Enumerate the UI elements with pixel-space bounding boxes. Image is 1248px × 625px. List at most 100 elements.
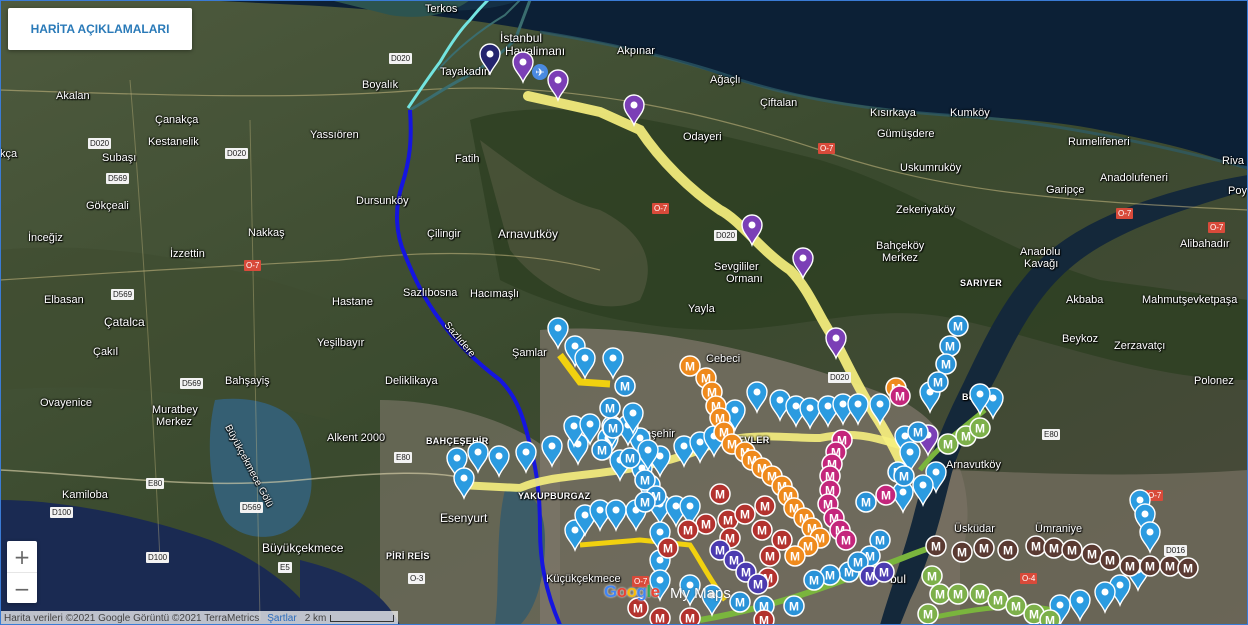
svg-text:M: M [1105,554,1115,568]
metro-station-blue[interactable]: M [947,315,969,337]
metro-station-orange[interactable]: M [784,545,806,567]
metro-station-green[interactable]: M [1039,609,1061,625]
svg-text:M: M [715,488,725,502]
metro-station-red[interactable]: M [709,483,731,505]
svg-text:M: M [809,574,819,588]
station-pin-purple[interactable] [623,94,645,127]
metro-station-green[interactable]: M [917,603,939,625]
metro-station-red[interactable]: M [657,537,679,559]
metro-station-blue[interactable]: M [927,371,949,393]
scale-bar[interactable]: 2 km [305,613,395,624]
station-pin-blue[interactable] [869,393,891,426]
metro-station-brown[interactable]: M [1099,549,1121,571]
station-pin-blue[interactable] [799,397,821,430]
station-pin-blue[interactable] [515,441,537,474]
metro-station-magenta[interactable]: M [835,529,857,551]
svg-text:M: M [625,452,635,466]
metro-station-red[interactable]: M [759,545,781,567]
svg-text:M: M [931,540,941,554]
station-pin-blue[interactable] [746,381,768,414]
metro-station-blue[interactable]: M [729,591,751,613]
station-pin-blue[interactable] [1069,589,1091,622]
metro-station-blue[interactable]: M [907,421,929,443]
metro-station-red[interactable]: M [754,495,776,517]
metro-station-green[interactable]: M [947,583,969,605]
metro-station-blue[interactable]: M [591,439,613,461]
metro-station-magenta[interactable]: M [875,484,897,506]
metro-station-green[interactable]: M [969,417,991,439]
metro-station-green[interactable]: M [937,433,959,455]
metro-station-brown[interactable]: M [1177,557,1199,579]
metro-station-brown[interactable]: M [1081,543,1103,565]
metro-station-red[interactable]: M [751,519,773,541]
metro-station-blue[interactable]: M [602,417,624,439]
satellite-map[interactable]: Terkos İstanbul Havalimanı Akpınar Boyal… [0,0,1248,625]
metro-station-red[interactable]: M [734,503,756,525]
svg-text:M: M [685,360,695,374]
svg-text:M: M [1045,614,1055,625]
metro-station-blue[interactable]: M [935,353,957,375]
station-pin-blue[interactable] [602,347,624,380]
metro-station-blue[interactable]: M [803,569,825,591]
svg-text:M: M [879,566,889,580]
metro-station-brown[interactable]: M [951,541,973,563]
metro-station-red[interactable]: M [753,609,775,625]
station-pin-purple[interactable] [792,247,814,280]
zoom-out-button[interactable]: − [7,572,37,604]
station-pin-blue[interactable] [847,393,869,426]
svg-text:M: M [715,544,725,558]
svg-text:M: M [740,508,750,522]
metro-station-brown[interactable]: M [1061,539,1083,561]
station-pin-blue[interactable] [1139,521,1161,554]
station-pin-blue[interactable] [912,474,934,507]
station-pin-purple[interactable] [741,214,763,247]
metro-station-indigo[interactable]: M [873,561,895,583]
metro-station-green[interactable]: M [921,565,943,587]
station-pin-blue[interactable] [574,347,596,380]
svg-text:M: M [825,569,835,583]
metro-station-blue[interactable]: M [939,335,961,357]
metro-station-indigo[interactable]: M [747,573,769,595]
svg-text:M: M [777,534,787,548]
metro-station-blue[interactable]: M [893,465,915,487]
zoom-in-button[interactable]: + [7,541,37,572]
station-pin-purple[interactable] [547,69,569,102]
station-pin-purple[interactable] [825,327,847,360]
metro-station-brown[interactable]: M [1159,555,1181,577]
metro-station-brown[interactable]: M [997,539,1019,561]
metro-station-green[interactable]: M [987,589,1009,611]
metro-station-blue[interactable]: M [619,447,641,469]
metro-station-blue[interactable]: M [855,491,877,513]
metro-station-green[interactable]: M [929,583,951,605]
metro-station-red[interactable]: M [649,607,671,625]
station-pin-blue[interactable] [969,383,991,416]
metro-station-brown[interactable]: M [1119,555,1141,577]
metro-station-red[interactable]: M [695,513,717,535]
metro-station-blue[interactable]: M [614,375,636,397]
metro-station-brown[interactable]: M [1025,535,1047,557]
station-pin-blue[interactable] [1094,581,1116,614]
metro-station-red[interactable]: M [677,519,699,541]
metro-station-red[interactable]: M [679,607,701,625]
svg-text:M: M [655,612,665,625]
station-pin-blue[interactable] [605,499,627,532]
metro-station-green[interactable]: M [1005,595,1027,617]
metro-station-brown[interactable]: M [1139,555,1161,577]
metro-station-blue[interactable]: M [599,397,621,419]
station-pin-blue[interactable] [541,435,563,468]
metro-station-blue[interactable]: M [634,491,656,513]
metro-station-green[interactable]: M [969,583,991,605]
map-legend-button[interactable]: HARİTA AÇIKLAMALARI [8,8,192,50]
terms-link[interactable]: Şartlar [267,613,296,624]
metro-station-brown[interactable]: M [1043,537,1065,559]
station-pin-blue[interactable] [453,467,475,500]
metro-station-brown[interactable]: M [925,535,947,557]
metro-station-brown[interactable]: M [973,537,995,559]
metro-station-blue[interactable]: M [783,595,805,617]
station-pin-blue[interactable] [488,445,510,478]
metro-station-magenta[interactable]: M [889,385,911,407]
station-pin-navy[interactable] [479,43,501,76]
svg-text:M: M [640,474,650,488]
station-pin-purple[interactable] [512,51,534,84]
station-pin-blue[interactable] [467,441,489,474]
